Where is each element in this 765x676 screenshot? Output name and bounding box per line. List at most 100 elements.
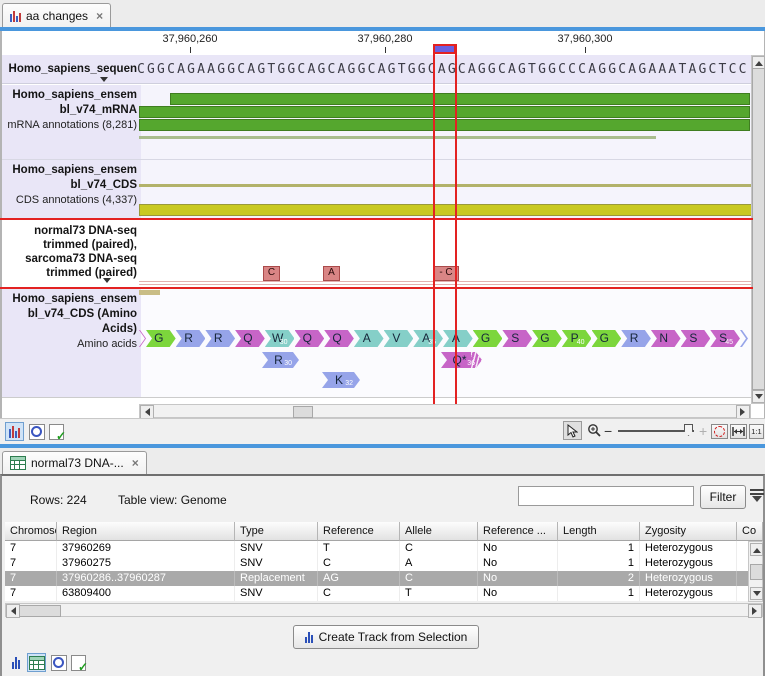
track-aa-label-line1: Homo_sapiens_ensem [2, 292, 137, 307]
amino-acid-annotation[interactable]: G [592, 330, 622, 347]
create-track-button-label: Create Track from Selection [319, 630, 468, 644]
amino-acid-letter: G [148, 331, 170, 345]
zoom-tool-icon[interactable] [585, 421, 603, 440]
amino-acid-letter: G [594, 331, 616, 345]
table-cell: Heterozygous [640, 586, 737, 601]
column-header[interactable]: Zygosity [640, 522, 737, 541]
variant-marker[interactable]: C [263, 266, 280, 281]
scroll-right-button[interactable] [748, 604, 762, 618]
column-header[interactable]: Chromosome [5, 522, 57, 541]
horizontal-scrollbar[interactable] [139, 404, 751, 418]
table-panel: Rows: 224 Table view: Genome Filter Chro… [0, 474, 765, 676]
amino-acid-annotation[interactable]: R30 [262, 352, 299, 368]
column-header[interactable]: Reference [318, 522, 400, 541]
zoom-slider[interactable] [618, 430, 694, 432]
element-info-icon[interactable] [70, 654, 87, 671]
amino-acid-annotation[interactable]: A35 [413, 330, 443, 347]
zoom-slider-thumb[interactable] [684, 424, 693, 436]
amino-acid-annotation[interactable]: S45 [710, 330, 740, 347]
scroll-down-button[interactable] [752, 390, 765, 403]
amino-acid-annotation[interactable]: Q [324, 330, 354, 347]
scrollbar-thumb[interactable] [750, 564, 763, 580]
amino-acid-annotation[interactable] [740, 330, 748, 347]
amino-acid-annotation[interactable]: Q*36 [441, 352, 482, 368]
scroll-up-button[interactable] [750, 543, 763, 556]
amino-acid-annotation[interactable]: R [176, 330, 206, 347]
advanced-filter-icon[interactable] [750, 489, 764, 507]
amino-acid-annotation[interactable]: K32 [322, 372, 360, 388]
zoom-out-icon[interactable]: − [604, 422, 612, 440]
selection-marker[interactable] [433, 44, 456, 54]
mrna-annotation-line[interactable] [139, 136, 656, 139]
ruler-tick-label: 37,960,300 [540, 33, 630, 45]
amino-acid-annotation[interactable]: Q [235, 330, 265, 347]
amino-acid-annotation[interactable]: S [681, 330, 711, 347]
column-header[interactable]: Reference ... [478, 522, 558, 541]
table-view-icon[interactable] [27, 653, 46, 672]
cds-annotation-line[interactable] [139, 184, 753, 187]
cds-annotation-bar[interactable] [139, 204, 753, 216]
scroll-left-button[interactable] [140, 405, 154, 419]
vertical-scrollbar[interactable] [751, 55, 764, 404]
amino-acid-annotation[interactable]: N [651, 330, 681, 347]
table-vertical-scrollbar[interactable] [748, 541, 763, 602]
scroll-down-button[interactable] [750, 587, 763, 600]
amino-acid-annotation[interactable]: R [621, 330, 651, 347]
amino-acid-annotation[interactable]: Q [295, 330, 325, 347]
amino-acid-annotation[interactable]: P40 [562, 330, 592, 347]
filter-input[interactable] [518, 486, 694, 506]
table-horizontal-scrollbar[interactable] [5, 603, 763, 617]
column-header[interactable]: Region [57, 522, 235, 541]
ruler-tick-mark [585, 47, 586, 53]
mrna-annotation-bar[interactable] [139, 119, 750, 131]
amino-acid-annotation[interactable]: S [502, 330, 532, 347]
history-icon[interactable] [28, 423, 45, 440]
fit-width-button[interactable] [730, 424, 747, 439]
table-row[interactable]: 737960269SNVTCNo1Heterozygous [5, 541, 748, 556]
amino-acid-annotation[interactable] [139, 330, 146, 347]
history-icon[interactable] [50, 654, 67, 671]
amino-acid-annotation[interactable]: G [532, 330, 562, 347]
tab-normal73-table[interactable]: normal73 DNA-... × [2, 451, 147, 474]
zoom-in-icon[interactable]: + [699, 422, 707, 440]
variant-marker[interactable]: A [323, 266, 340, 281]
scrollbar-thumb[interactable] [752, 68, 765, 390]
amino-acid-annotation[interactable]: A [354, 330, 384, 347]
ruler: 37,960,26037,960,28037,960,300 [0, 31, 753, 55]
table-row[interactable]: 737960286..37960287ReplacementAGCNo2Hete… [5, 571, 748, 586]
amino-acid-number: 32 [345, 380, 353, 387]
track-view-icon[interactable] [5, 422, 24, 441]
scroll-left-button[interactable] [6, 604, 20, 618]
tab-aa-changes[interactable]: aa changes × [2, 3, 111, 27]
scrollbar-thumb[interactable] [19, 605, 61, 617]
zoom-to-selection-button[interactable] [711, 424, 728, 439]
table-cell: Heterozygous [640, 556, 737, 571]
mrna-annotation-bar[interactable] [139, 106, 750, 118]
scroll-right-button[interactable] [736, 405, 750, 419]
element-info-icon[interactable] [48, 423, 65, 440]
table-row[interactable]: 763809400SNVCTNo1Heterozygous [5, 586, 748, 601]
track-expand-icon[interactable] [100, 77, 108, 84]
create-track-from-selection-button[interactable]: Create Track from Selection [293, 625, 479, 649]
amino-acid-annotation[interactable]: V [384, 330, 414, 347]
column-header[interactable]: Co [737, 522, 763, 541]
one-to-one-zoom-button[interactable]: 1:1 [749, 424, 764, 439]
mrna-annotation-bar[interactable] [170, 93, 750, 105]
amino-acid-annotation[interactable]: G [473, 330, 503, 347]
amino-acid-letter: Q [297, 331, 319, 345]
close-icon[interactable]: × [96, 9, 103, 23]
column-header[interactable]: Type [235, 522, 318, 541]
column-header[interactable]: Allele [400, 522, 478, 541]
scrollbar-thumb[interactable] [293, 406, 313, 418]
amino-acid-annotation[interactable]: R [205, 330, 235, 347]
chart-view-icon[interactable] [7, 653, 24, 672]
cursor-tool-icon[interactable] [563, 421, 582, 440]
filter-button[interactable]: Filter [700, 485, 746, 509]
table-row[interactable]: 737960275SNVCANo1Heterozygous [5, 556, 748, 571]
close-icon[interactable]: × [132, 456, 139, 470]
amino-acid-annotation[interactable]: W30 [265, 330, 295, 347]
column-header[interactable]: Length [558, 522, 640, 541]
ruler-tick-mark [190, 47, 191, 53]
amino-acid-annotation[interactable]: A [443, 330, 473, 347]
amino-acid-annotation[interactable]: G [146, 330, 176, 347]
